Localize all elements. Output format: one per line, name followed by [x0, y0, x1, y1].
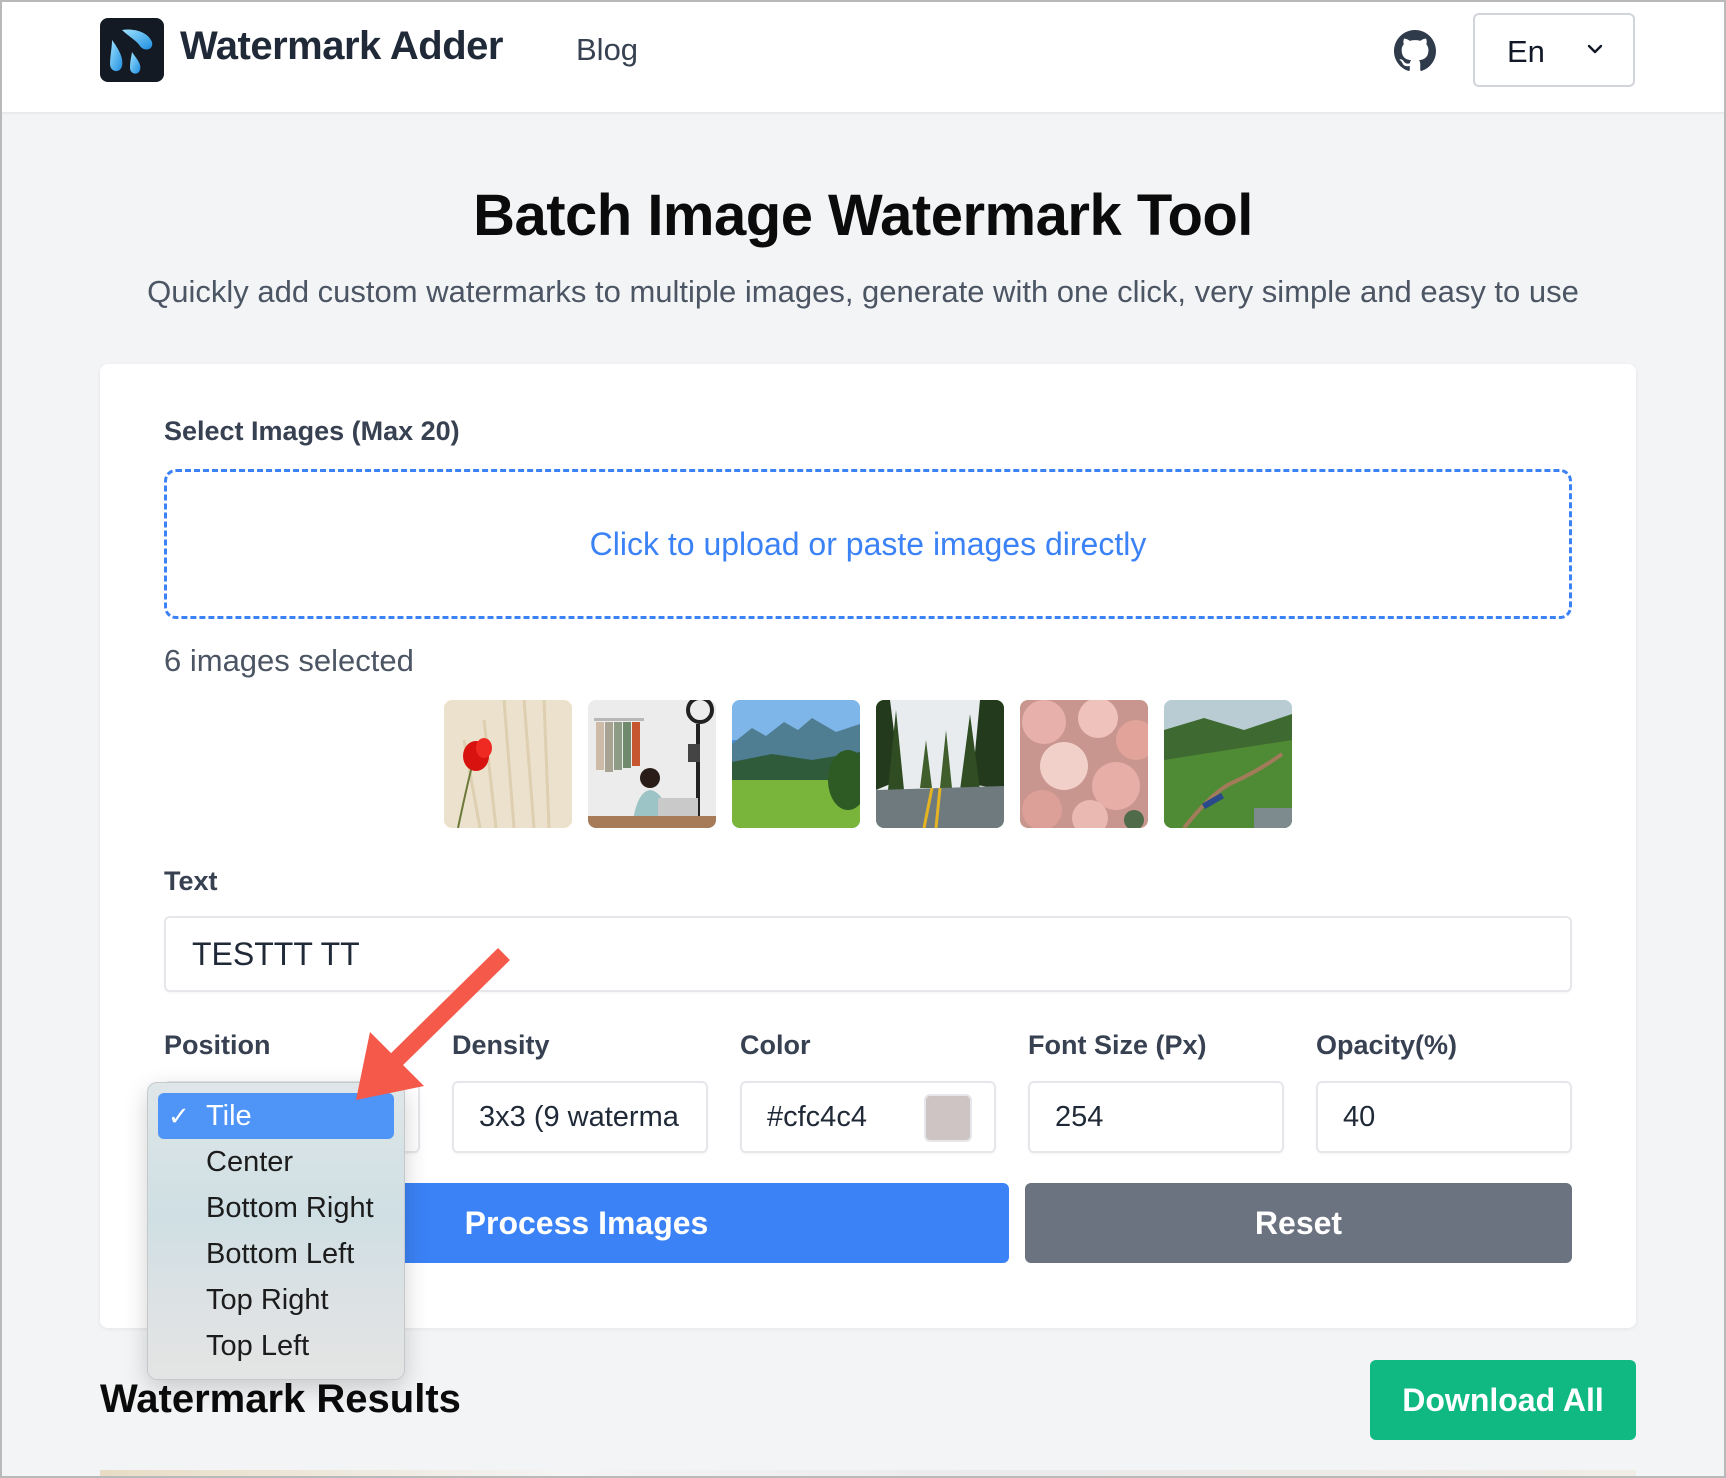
position-option-label: Top Left [206, 1330, 310, 1362]
page-subtitle: Quickly add custom watermarks to multipl… [147, 274, 1579, 309]
color-input[interactable]: #cfc4c4 [740, 1081, 996, 1153]
position-option-label: Center [206, 1146, 294, 1178]
thumbnail-forest-road[interactable] [876, 700, 1004, 828]
upload-prompt-text: Click to upload or paste images directly [589, 525, 1147, 562]
thumbnail-pink-roses[interactable] [1020, 700, 1148, 828]
position-option-bottom-left[interactable]: Bottom Left [158, 1231, 394, 1277]
thumbnail-mountain-meadow[interactable] [732, 700, 860, 828]
position-option-label: Tile [206, 1100, 252, 1132]
download-all-button[interactable]: Download All [1370, 1360, 1636, 1440]
color-hex-value: #cfc4c4 [767, 1101, 867, 1133]
font-size-label: Font Size (Px) [1028, 1030, 1207, 1060]
top-navbar: Watermark Adder Blog En [0, 0, 1726, 112]
position-dropdown-menu: ✓ Tile Center Bottom Right Bottom Left Top Ri… [147, 1082, 405, 1380]
thumbnail-poppy[interactable] [444, 700, 572, 828]
opacity-input[interactable]: 40 [1316, 1081, 1572, 1153]
app-name[interactable]: Watermark Adder [180, 24, 503, 69]
text-label: Text [164, 866, 218, 896]
thumbnail-list [444, 700, 1292, 828]
opacity-label: Opacity(%) [1316, 1030, 1458, 1060]
position-option-top-left[interactable]: Top Left [158, 1323, 394, 1369]
page-title: Batch Image Watermark Tool [473, 183, 1253, 248]
position-option-center[interactable]: Center [158, 1139, 394, 1185]
position-label: Position [164, 1030, 271, 1060]
thumbnail-train-valley[interactable] [1164, 700, 1292, 828]
results-title: Watermark Results [100, 1377, 461, 1421]
position-option-label: Top Right [206, 1284, 329, 1316]
color-label: Color [740, 1030, 811, 1060]
chevron-down-icon [1587, 44, 1603, 54]
position-option-top-right[interactable]: Top Right [158, 1277, 394, 1323]
position-option-label: Bottom Right [206, 1192, 374, 1224]
select-images-label: Select Images (Max 20) [164, 416, 460, 446]
selected-count: 6 images selected [164, 643, 414, 678]
position-option-bottom-right[interactable]: Bottom Right [158, 1185, 394, 1231]
reset-button[interactable]: Reset [1025, 1183, 1572, 1263]
font-size-input[interactable]: 254 [1028, 1081, 1284, 1153]
density-select[interactable]: 3x3 (9 waterma [452, 1081, 708, 1153]
results-preview-strip [100, 1470, 1636, 1478]
checkmark-icon: ✓ [168, 1101, 190, 1131]
color-swatch-picker[interactable] [924, 1094, 972, 1142]
thumbnail-woman-laptop[interactable] [588, 700, 716, 828]
nav-link-blog[interactable]: Blog [576, 32, 638, 68]
language-select-value: En [1507, 34, 1545, 69]
position-option-tile[interactable]: ✓ Tile [158, 1093, 394, 1139]
github-icon[interactable] [1394, 30, 1436, 72]
watermark-text-input[interactable]: TESTTT TT [164, 916, 1572, 992]
language-select[interactable]: En [1473, 13, 1635, 87]
position-option-label: Bottom Left [206, 1238, 355, 1270]
app-logo-icon[interactable] [100, 18, 164, 82]
density-label: Density [452, 1030, 550, 1060]
image-upload-dropzone[interactable]: Click to upload or paste images directly [164, 469, 1572, 619]
